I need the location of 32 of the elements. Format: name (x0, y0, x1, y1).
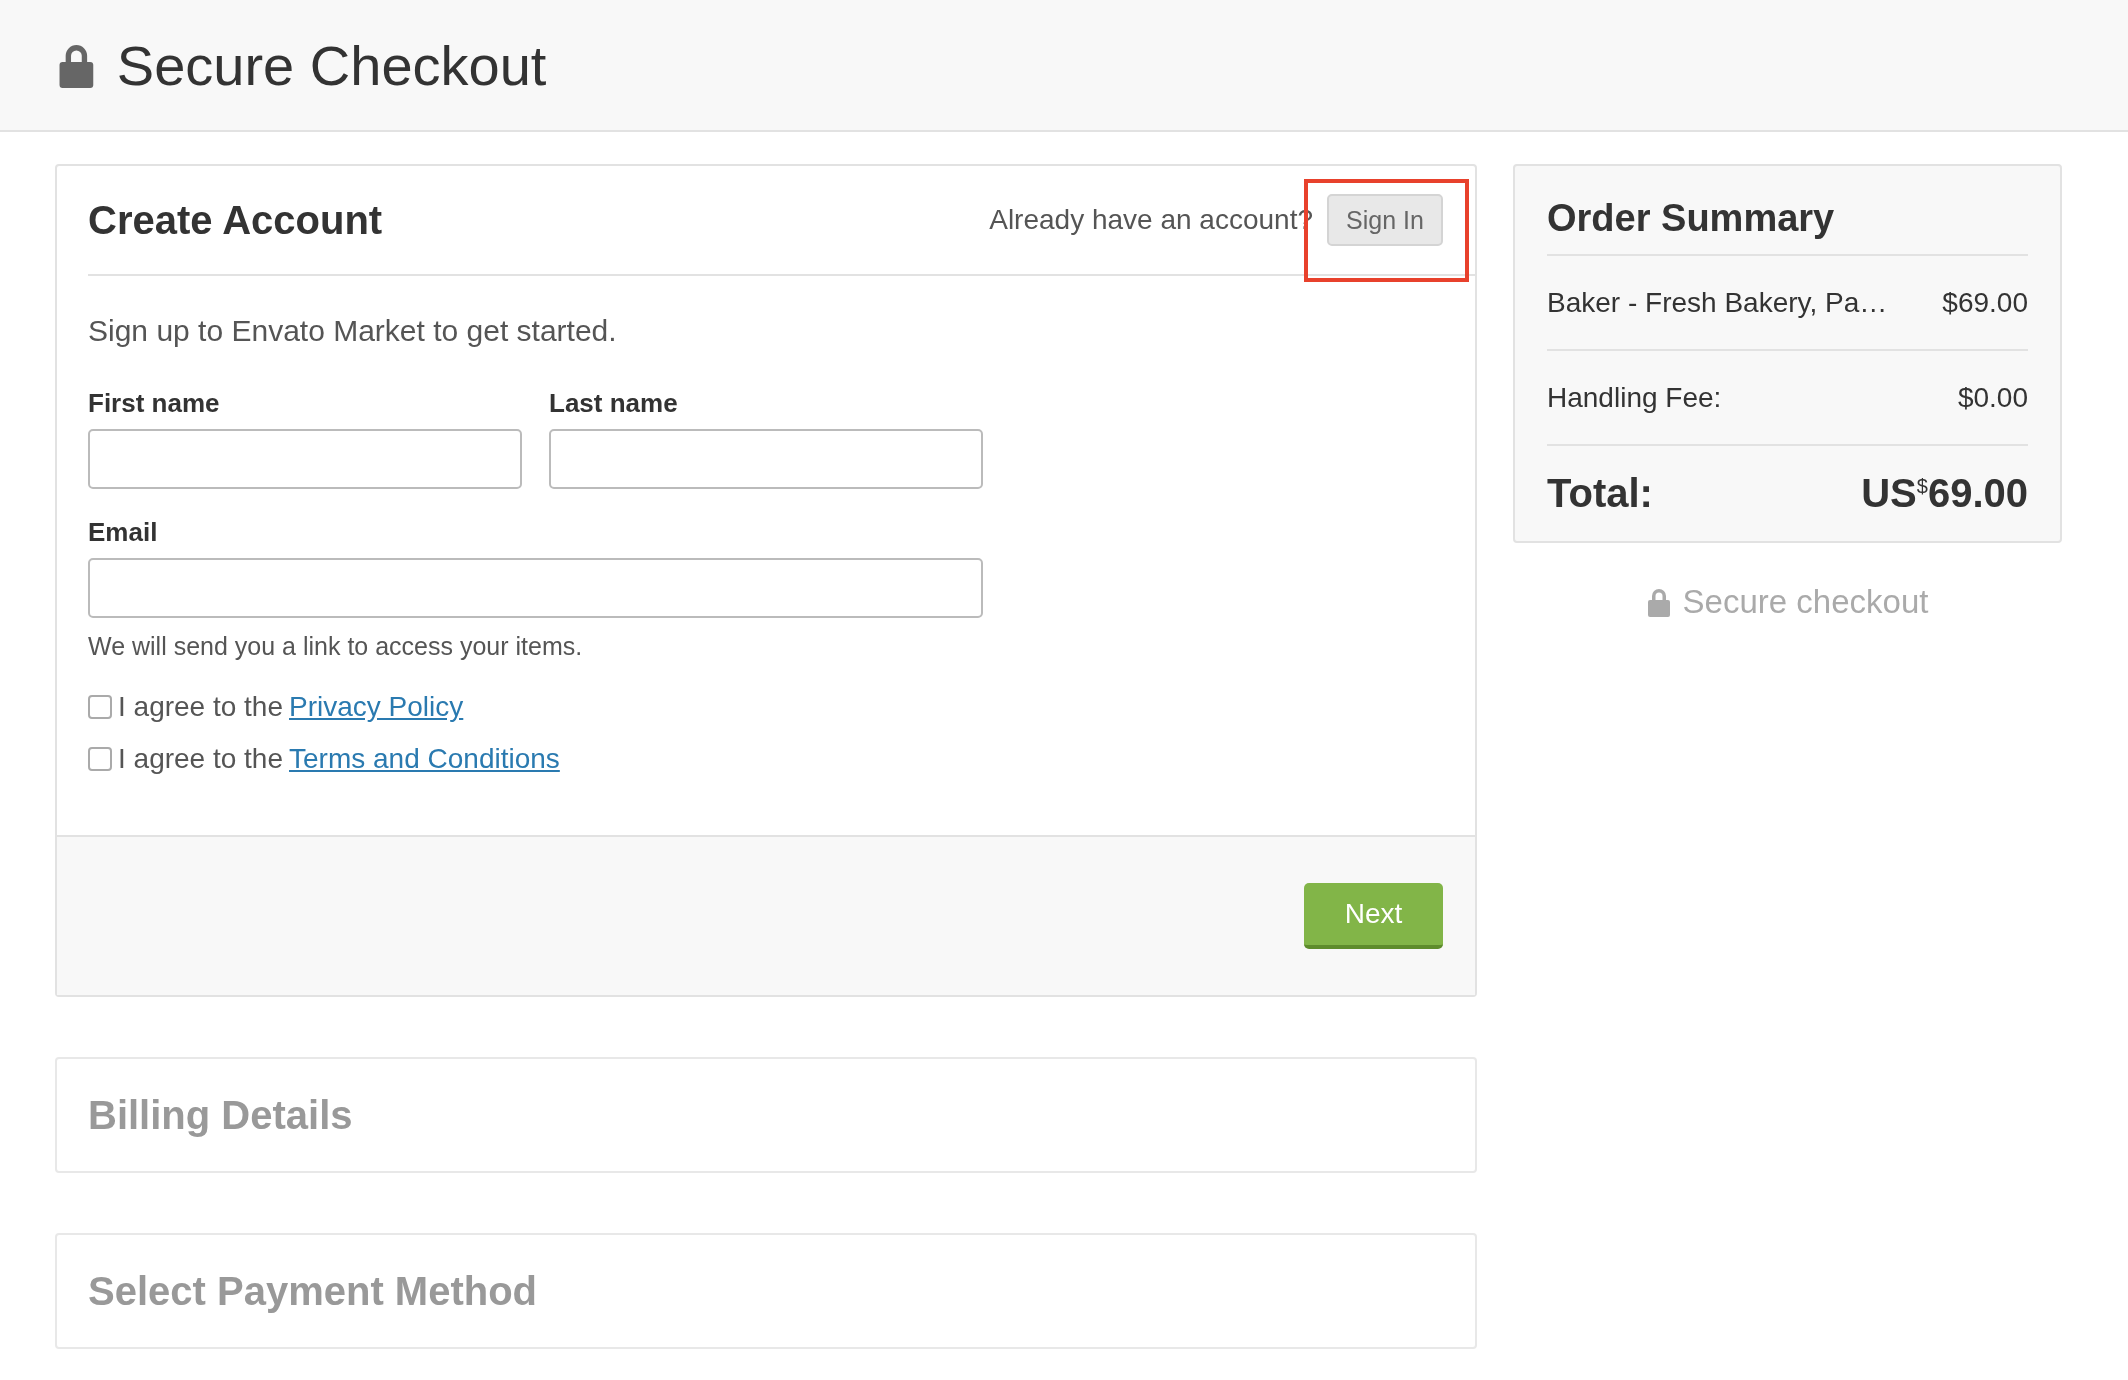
intro-text: Sign up to Envato Market to get started. (88, 314, 618, 348)
collapsed-section[interactable]: Select Payment Method (55, 1233, 1477, 1349)
agreement-text: I agree to the (118, 691, 283, 723)
agreement-link[interactable]: Privacy Policy (289, 691, 464, 723)
lock-icon (58, 42, 95, 88)
input-field[interactable] (549, 429, 983, 489)
line-label: Handling Fee: (1547, 381, 1722, 414)
section-title: Select Payment Method (88, 1268, 538, 1314)
checkbox[interactable] (88, 695, 112, 719)
lock-icon (1646, 587, 1671, 617)
agreement-text: I agree to the (118, 743, 283, 775)
field-hint: We will send you a link to access your items. (88, 632, 584, 661)
agreement-link[interactable]: Terms and Conditions (289, 743, 560, 775)
total-amount: US$^{$}$69.00 (1861, 471, 2028, 516)
input-field[interactable] (88, 558, 983, 618)
field-label: Email (88, 517, 159, 548)
total-label: Total: (1547, 471, 1653, 516)
line-amount: $69.00 (1942, 286, 2028, 319)
field-label: First name (88, 388, 221, 419)
line-label: Baker - Fresh Bakery, Pa… (1547, 286, 1888, 319)
checkbox[interactable] (88, 747, 112, 771)
section-title: Create Account (88, 197, 384, 243)
line-amount: $0.00 (1957, 381, 2028, 414)
page-title: Secure Checkout (116, 32, 547, 98)
input-field[interactable] (88, 429, 522, 489)
summary-title: Order Summary (1547, 166, 2028, 256)
secure-note: Secure checkout (1682, 583, 1929, 621)
next-button[interactable]: Next (1304, 883, 1443, 949)
sign-in-button[interactable]: Sign In (1327, 194, 1443, 246)
section-title: Billing Details (88, 1092, 354, 1138)
field-label: Last name (549, 388, 679, 419)
collapsed-section[interactable]: Billing Details (55, 1057, 1477, 1173)
